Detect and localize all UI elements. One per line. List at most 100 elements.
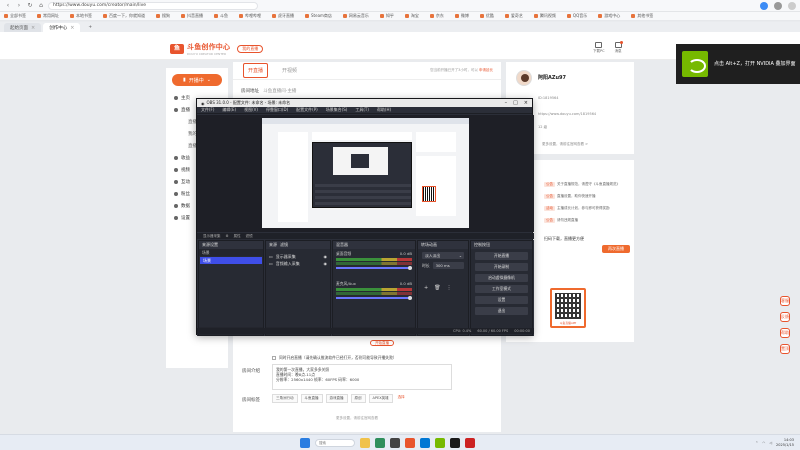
checkbox-icon[interactable] (272, 356, 276, 360)
new-tab-button[interactable]: + (82, 23, 98, 32)
bookmark-item[interactable]: 抖音直播 (181, 13, 203, 19)
obs-menu-item[interactable]: 帮助(H) (377, 107, 391, 113)
bookmark-item[interactable]: 京东 (429, 13, 444, 19)
room-link[interactable]: https://www.douyu.com/1819564 (538, 112, 596, 116)
tab-start-video[interactable]: 开视频 (278, 64, 301, 77)
duration-input[interactable]: 300 ms (432, 262, 464, 269)
ctx-properties-button[interactable]: 属性 (234, 234, 241, 239)
choose-tags-link[interactable]: 选择 (396, 394, 407, 403)
bookmark-item[interactable]: 哔哩哔哩 (239, 13, 261, 19)
app-icon[interactable] (465, 438, 475, 448)
file-explorer-icon[interactable] (360, 438, 370, 448)
taskbar-search[interactable]: 搜索 (315, 439, 355, 447)
forward-icon[interactable]: › (15, 2, 23, 10)
tag-chip[interactable]: 三角洲行动 (272, 394, 298, 403)
close-icon[interactable]: × (524, 100, 528, 106)
bookmark-item[interactable]: 斗鱼 (214, 13, 228, 19)
tab-creator-center[interactable]: 创作中心 × (43, 23, 81, 32)
edge-icon[interactable] (420, 438, 430, 448)
bookmark-item[interactable]: 其他书签 (631, 13, 653, 19)
bookmark-item[interactable]: 全部书签 (4, 13, 26, 19)
profile-icon[interactable] (774, 1, 782, 10)
bookmark-item[interactable]: 游戏中心 (598, 13, 620, 19)
refresh-icon[interactable]: ↻ (26, 2, 34, 10)
start-recording-button[interactable]: 开始录制 (475, 263, 528, 271)
obs-taskbar-icon[interactable] (390, 438, 400, 448)
bookmark-item[interactable]: 百度一下，你就知道 (103, 13, 145, 19)
bookmark-item[interactable]: 网易云音乐 (342, 13, 369, 19)
help-button[interactable]: 帮助 (780, 328, 790, 338)
tag-chip[interactable]: APEX英雄 (368, 394, 393, 403)
close-icon[interactable]: × (31, 25, 35, 31)
tab-start-live[interactable]: 开直播 (243, 63, 269, 78)
scene-item[interactable]: 场景 (200, 257, 262, 264)
volume-slider[interactable] (336, 266, 412, 270)
volume-icon[interactable]: ◁ (769, 441, 772, 445)
start-live-button[interactable]: 开始直播 (370, 340, 394, 346)
douyu-taskbar-icon[interactable] (405, 438, 415, 448)
notice-item[interactable]: 公告 请勿违规直播 (544, 218, 630, 223)
more-icon[interactable]: ⋮ (447, 285, 452, 291)
volume-slider[interactable] (336, 296, 412, 300)
start-menu-icon[interactable] (300, 438, 310, 448)
go-live-again-button[interactable]: 再次直播 (602, 245, 630, 253)
feedback-button[interactable]: 反馈 (780, 312, 790, 322)
notice-item[interactable]: 公告 直播设置，助你快速开播 (544, 194, 630, 199)
bookmark-item[interactable]: 本地书签 (70, 13, 92, 19)
intro-textarea[interactable]: 我的第一次直播，大家多多关照 直播时间：晚8点-11点 分辨率：2560x144… (272, 364, 452, 390)
obs-menu-item[interactable]: 场景集合(S) (326, 107, 348, 113)
gear-icon[interactable]: ⚙ (226, 234, 229, 238)
settings-button[interactable]: 设置 (475, 296, 528, 304)
close-icon[interactable]: × (70, 25, 74, 31)
transition-select[interactable]: 淡入淡出 ⌄ (422, 252, 464, 259)
menu-icon[interactable] (788, 1, 796, 10)
obs-menu-item[interactable]: 编辑(E) (222, 107, 236, 113)
back-to-top-button[interactable]: 置顶 (780, 344, 790, 354)
avatar[interactable] (516, 70, 532, 86)
sync-live-checkbox[interactable]: 同时开启直播（请先确认推流软件已经打开，否则可能导致开播失败） (272, 355, 397, 361)
lock-icon[interactable]: ◉ (324, 261, 331, 266)
exit-button[interactable]: 退出 (475, 307, 528, 315)
notice-item[interactable]: 公告 关于直播规范，请遵守《斗鱼直播规范》 (544, 182, 630, 187)
bookmark-item[interactable]: 爱奇艺 (504, 13, 523, 19)
obs-title-bar[interactable]: ◉ OBS 31.0.0 - 配置文件: 未命名 - 场景: 未命名 – □ × (197, 99, 532, 107)
obs-menu-item[interactable]: 停靠窗口(D) (266, 107, 288, 113)
obs-window[interactable]: ◉ OBS 31.0.0 - 配置文件: 未命名 - 场景: 未命名 – □ ×… (196, 98, 534, 336)
ctx-filters-button[interactable]: 滤镜 (246, 234, 253, 239)
more-settings-bottom[interactable]: 更多设置，请前往官网查看 (336, 416, 378, 421)
customer-service-button[interactable]: 客服 (780, 296, 790, 306)
bookmark-item[interactable]: QQ音乐 (566, 13, 587, 19)
more-settings-link[interactable]: 更多设置，请前往官网查看 > (542, 142, 588, 147)
source-item[interactable]: ▭ 音频输入采集 ◉ (266, 260, 330, 267)
bookmark-item[interactable]: Steam商店 (305, 13, 332, 19)
home-icon[interactable]: ⌂ (37, 2, 45, 10)
my-live-badge[interactable]: 我的直播 (237, 45, 264, 53)
browser-icon[interactable] (375, 438, 385, 448)
live-now-button[interactable]: ▮ 开播中 ⌄ (172, 74, 222, 86)
obs-menu-item[interactable]: 文件(F) (201, 107, 214, 113)
source-item[interactable]: ▭ 显示器采集 ◉ (266, 253, 330, 260)
tag-chip[interactable]: 游戏直播 (325, 394, 348, 403)
tag-chip[interactable]: 原创 (350, 394, 366, 403)
obs-menu-item[interactable]: 配置文件(P) (296, 107, 318, 113)
notice-item[interactable]: 活动 主播成长计划，参与即可获得奖励 (544, 206, 630, 211)
obs-preview[interactable] (197, 115, 534, 232)
bookmark-item[interactable]: 常用网址 (37, 13, 59, 19)
sources-tab[interactable]: 来源 (269, 242, 277, 248)
maximize-icon[interactable]: □ (513, 100, 518, 106)
studio-mode-button[interactable]: 工作室模式 (475, 285, 528, 293)
obs-menu-item[interactable]: 视图(V) (244, 107, 258, 113)
clock[interactable]: 14:03 2025/1/15 (776, 438, 794, 447)
nvidia-taskbar-icon[interactable] (435, 438, 445, 448)
site-logo[interactable]: 鱼 斗鱼创作中心 DOUYU CREATOR CENTER 我的直播 (170, 42, 264, 56)
filters-tab[interactable]: 滤镜 (280, 242, 288, 248)
add-icon[interactable]: + (424, 285, 428, 291)
bookmark-item[interactable]: 优酷 (479, 13, 494, 19)
bookmark-item[interactable]: 腾讯视频 (533, 13, 556, 19)
chevron-up-icon[interactable]: ⌃ (755, 441, 758, 445)
tag-chip[interactable]: 斗鱼直播 (300, 394, 323, 403)
url-input[interactable]: https://www.douyu.com/creator/main/live (48, 1, 258, 10)
bookmark-item[interactable]: 微博 (454, 13, 469, 19)
back-icon[interactable]: ‹ (4, 2, 12, 10)
download-pc-button[interactable]: 下载PC (593, 42, 605, 54)
